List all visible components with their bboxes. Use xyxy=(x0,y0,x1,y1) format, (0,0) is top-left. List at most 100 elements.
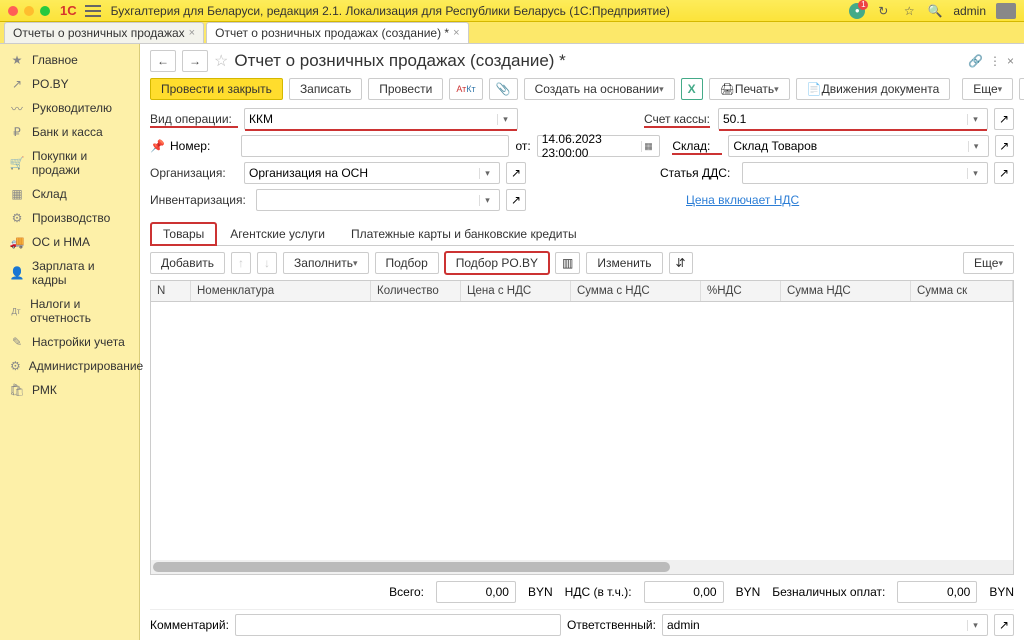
more-button[interactable]: Еще xyxy=(962,78,1013,100)
chevron-down-icon[interactable]: ▾ xyxy=(967,620,983,631)
pick-button[interactable]: Подбор xyxy=(375,252,439,274)
pick-poby-button[interactable]: Подбор PO.BY xyxy=(445,252,549,274)
move-down-button[interactable]: ↓ xyxy=(257,252,277,274)
chevron-down-icon[interactable]: ▾ xyxy=(968,141,984,152)
date-input[interactable]: 14.06.2023 23:00:00 ▦ xyxy=(537,135,661,157)
menu-icon[interactable]: ⋮ xyxy=(989,54,1001,68)
inventory-combo[interactable]: ▾ xyxy=(256,189,500,211)
sidebar-item-production[interactable]: ⚙Производство xyxy=(0,206,139,230)
sidebar-item-bank[interactable]: ₽Банк и касса xyxy=(0,120,139,144)
open-ref-button[interactable]: ↗ xyxy=(994,614,1014,636)
close-icon[interactable]: × xyxy=(189,27,195,39)
dt-kt-button[interactable]: АтКт xyxy=(449,78,482,100)
post-and-close-button[interactable]: Провести и закрыть xyxy=(150,78,283,100)
chevron-down-icon[interactable]: ▾ xyxy=(479,168,495,179)
chevron-down-icon[interactable]: ▾ xyxy=(967,168,983,179)
col-n[interactable]: N xyxy=(151,281,191,301)
sidebar-item-settings[interactable]: ✎Настройки учета xyxy=(0,330,139,354)
sidebar-item-salary[interactable]: 👤Зарплата и кадры xyxy=(0,254,139,292)
write-button[interactable]: Записать xyxy=(289,78,362,100)
tab-report-create[interactable]: Отчет о розничных продажах (создание) * … xyxy=(206,22,468,43)
gear-icon: ⚙ xyxy=(10,211,24,225)
price-vat-link[interactable]: Цена включает НДС xyxy=(686,193,1014,207)
chevron-down-icon[interactable]: ▾ xyxy=(479,195,495,206)
open-ref-button[interactable]: ↗ xyxy=(506,189,526,211)
attach-button[interactable]: 📎 xyxy=(489,78,518,100)
help-button[interactable]: ? xyxy=(1019,78,1024,100)
horizontal-scrollbar[interactable] xyxy=(151,560,1013,574)
col-nomenclature[interactable]: Номенклатура xyxy=(191,281,371,301)
minimize-window-icon[interactable] xyxy=(24,6,34,16)
sidebar-item-warehouse[interactable]: ▦Склад xyxy=(0,182,139,206)
pin-icon[interactable]: 📌 xyxy=(150,139,164,153)
print-button[interactable]: 🖨 Печать xyxy=(709,78,790,100)
tab-goods[interactable]: Товары xyxy=(150,222,217,246)
responsible-combo[interactable]: admin ▾ xyxy=(662,614,988,636)
org-combo[interactable]: Организация на ОСН ▾ xyxy=(244,162,500,184)
titlebar: 1C Бухгалтерия для Беларуси, редакция 2.… xyxy=(0,0,1024,22)
open-ref-button[interactable]: ↗ xyxy=(995,135,1014,157)
open-ref-button[interactable]: ↗ xyxy=(994,108,1014,130)
sidebar-item-main[interactable]: ★Главное xyxy=(0,48,139,72)
tab-agent-services[interactable]: Агентские услуги xyxy=(217,222,338,245)
dds-combo[interactable]: ▾ xyxy=(742,162,988,184)
search-icon[interactable]: 🔍 xyxy=(927,3,943,19)
nav-back-button[interactable]: ← xyxy=(150,50,176,72)
col-sum[interactable]: Сумма с НДС xyxy=(571,281,701,301)
nav-forward-button[interactable]: → xyxy=(182,50,208,72)
panel-toggle-icon[interactable] xyxy=(996,3,1016,19)
favorite-star-icon[interactable]: ☆ xyxy=(214,51,228,71)
maximize-window-icon[interactable] xyxy=(40,6,50,16)
chevron-down-icon[interactable]: ▾ xyxy=(967,114,983,125)
close-page-icon[interactable]: × xyxy=(1007,54,1014,68)
hamburger-icon[interactable] xyxy=(85,5,101,17)
col-vat-sum[interactable]: Сумма НДС xyxy=(781,281,911,301)
barcode-button[interactable]: ▥ xyxy=(555,252,580,274)
movements-button[interactable]: 📄 Движения документа xyxy=(796,78,951,100)
sidebar-item-admin[interactable]: ⚙Администрирование xyxy=(0,354,139,378)
change-button[interactable]: Изменить xyxy=(586,252,662,274)
sidebar-item-taxes[interactable]: ДтНалоги и отчетность xyxy=(0,292,139,330)
tab-payment-cards[interactable]: Платежные карты и банковские кредиты xyxy=(338,222,590,245)
number-input[interactable] xyxy=(241,135,509,157)
sidebar-item-os-nma[interactable]: 🚚ОС и НМА xyxy=(0,230,139,254)
current-user[interactable]: admin xyxy=(953,4,986,18)
close-icon[interactable]: × xyxy=(453,27,459,39)
dxdx-button[interactable]: ⇵ xyxy=(669,252,693,274)
cart-icon: 🛒 xyxy=(10,156,24,170)
col-discount[interactable]: Сумма ск xyxy=(911,281,1013,301)
history-icon[interactable]: ↻ xyxy=(875,3,891,19)
fill-button[interactable]: Заполнить xyxy=(283,252,368,274)
table-body[interactable] xyxy=(151,302,1013,557)
window-controls[interactable] xyxy=(8,6,50,16)
warehouse-combo[interactable]: Склад Товаров ▾ xyxy=(728,135,988,157)
op-type-label: Вид операции: xyxy=(150,112,238,126)
chevron-down-icon[interactable]: ▾ xyxy=(497,114,513,125)
sidebar-item-sales[interactable]: 🛒Покупки и продажи xyxy=(0,144,139,182)
sidebar-item-poby[interactable]: ↗PO.BY xyxy=(0,72,139,96)
goods-table[interactable]: N Номенклатура Количество Цена с НДС Сум… xyxy=(150,280,1014,575)
link-icon[interactable]: 🔗 xyxy=(968,54,983,68)
close-window-icon[interactable] xyxy=(8,6,18,16)
open-ref-button[interactable]: ↗ xyxy=(506,162,526,184)
sidebar-item-manager[interactable]: 〰Руководителю xyxy=(0,96,139,120)
open-ref-button[interactable]: ↗ xyxy=(994,162,1014,184)
create-based-button[interactable]: Создать на основании xyxy=(524,78,675,100)
col-vat-pct[interactable]: %НДС xyxy=(701,281,781,301)
tab-reports-list[interactable]: Отчеты о розничных продажах × xyxy=(4,22,204,43)
table-more-button[interactable]: Еще xyxy=(963,252,1014,274)
op-type-combo[interactable]: ККМ ▾ xyxy=(244,108,518,130)
excel-button[interactable]: X xyxy=(681,78,703,100)
move-up-button[interactable]: ↑ xyxy=(231,252,251,274)
post-button[interactable]: Провести xyxy=(368,78,443,100)
cash-acc-combo[interactable]: 50.1 ▾ xyxy=(718,108,988,130)
calendar-icon[interactable]: ▦ xyxy=(641,141,656,152)
favorites-icon[interactable]: ☆ xyxy=(901,3,917,19)
comment-input[interactable] xyxy=(235,614,561,636)
add-row-button[interactable]: Добавить xyxy=(150,252,225,274)
sidebar: ★Главное ↗PO.BY 〰Руководителю ₽Банк и ка… xyxy=(0,44,140,640)
col-qty[interactable]: Количество xyxy=(371,281,461,301)
notifications-icon[interactable]: ● xyxy=(849,3,865,19)
col-price[interactable]: Цена с НДС xyxy=(461,281,571,301)
sidebar-item-rmk[interactable]: 🛍РМК xyxy=(0,378,139,402)
